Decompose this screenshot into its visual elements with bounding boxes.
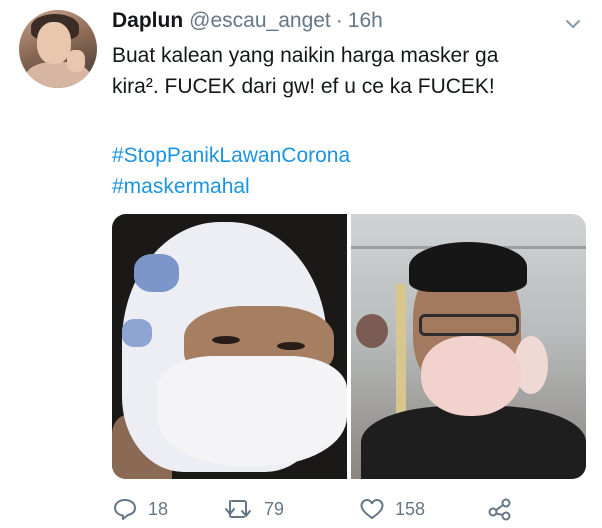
photo-print [122,319,152,347]
display-name[interactable]: Daplun [112,9,183,33]
share-icon [488,498,511,521]
like-button[interactable]: 158 [359,497,487,521]
user-handle[interactable]: @escau_anget [189,9,331,33]
reply-icon [114,499,136,520]
photo-left[interactable] [112,214,347,479]
tweet-text-line: kira². FUCEK dari gw! ef u ce ka FUCEK! [112,75,495,98]
hashtag-list: #StopPanikLawanCorona #maskermahal [112,140,350,202]
retweet-button[interactable]: 79 [224,497,359,521]
media-grid [112,214,586,479]
avatar-hand [67,50,85,72]
retweet-count: 79 [264,498,285,519]
photo-frame [356,314,388,348]
photo-mask [157,356,347,466]
share-button[interactable] [487,497,513,521]
tweet-header: Daplun @escau_anget · 16h [112,9,582,37]
separator-dot: · [335,9,343,32]
avatar-face [37,22,71,64]
photo-shirt [361,406,586,479]
photo-eye [277,342,305,350]
action-bar: 18 79 158 [112,496,532,522]
photo-right[interactable] [351,214,586,479]
photo-eye [212,336,240,344]
retweet-icon [225,500,251,518]
reply-button[interactable]: 18 [112,497,224,521]
photo-mask [421,336,521,416]
user-avatar[interactable] [19,10,97,88]
photo-hair [409,242,527,292]
reply-count: 18 [148,498,169,519]
chevron-down-icon[interactable] [564,15,582,33]
heart-icon [360,499,384,519]
photo-glasses [419,314,519,336]
photo-print [134,254,179,292]
hashtag-link[interactable]: #maskermahal [112,171,350,202]
hashtag-link[interactable]: #StopPanikLawanCorona [112,140,350,171]
tweet-text-line: Buat kalean yang naikin harga masker ga [112,44,499,67]
tweet-time[interactable]: 16h [348,9,383,33]
tweet-text: Buat kalean yang naikin harga masker ga … [112,40,592,102]
like-count: 158 [395,498,426,519]
